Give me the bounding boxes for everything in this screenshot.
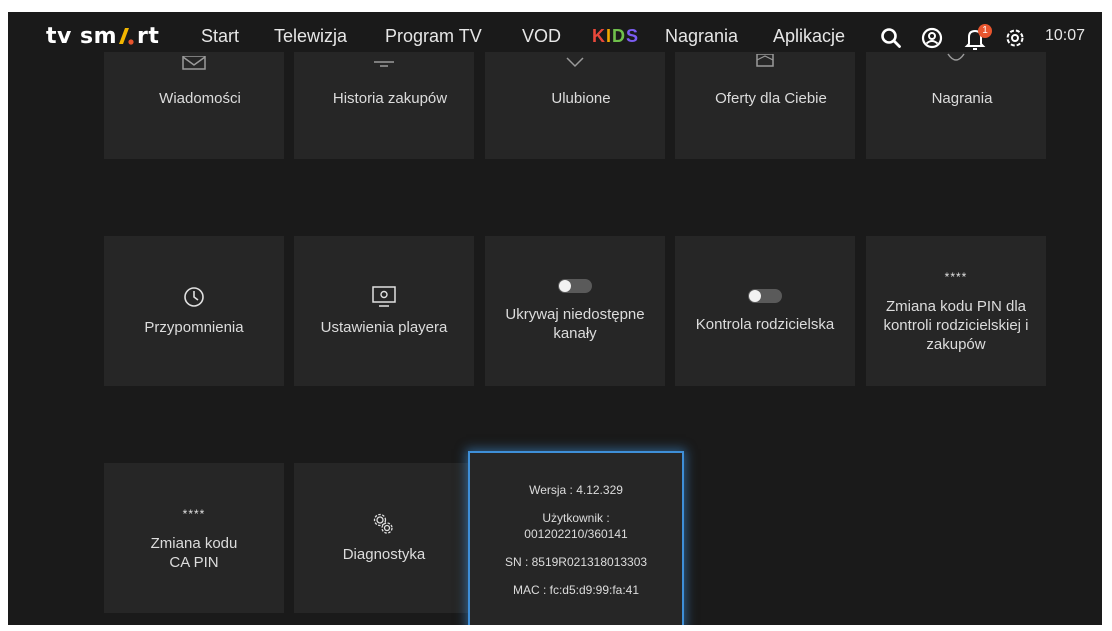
tile-label: Nagrania bbox=[931, 90, 993, 107]
rec-icon bbox=[947, 53, 965, 61]
search-icon[interactable] bbox=[880, 27, 902, 49]
nav-item-vod[interactable]: VOD bbox=[522, 26, 561, 46]
tile-label: Ulubione bbox=[551, 90, 611, 107]
player-settings-icon bbox=[372, 285, 396, 308]
tile-label: Ustawienia playera bbox=[320, 318, 448, 336]
notification-badge: 1 bbox=[978, 24, 992, 38]
nav-item-kids[interactable]: KIDS bbox=[592, 26, 639, 46]
monitor-icon bbox=[374, 61, 394, 67]
tile-label: Diagnostyka bbox=[342, 545, 426, 563]
gear-icon[interactable] bbox=[1004, 27, 1026, 49]
kids-letter: S bbox=[626, 26, 640, 46]
tile-kontrola-rodzicielska[interactable]: Kontrola rodzicielska bbox=[675, 236, 855, 386]
nav-item-aplikacje[interactable]: Aplikacje bbox=[773, 26, 845, 46]
tile-oferty-dla-ciebie[interactable]: Oferty dla Ciebie bbox=[675, 52, 855, 159]
tile-label: Zmiana kodu PIN dla kontroli rodzicielsk… bbox=[883, 298, 1029, 353]
pin-stars-icon: **** bbox=[944, 270, 968, 284]
version-text: Wersja : 4.12.329 bbox=[529, 483, 623, 497]
heart-icon bbox=[566, 57, 584, 68]
tile-zmiana-kodu-pin[interactable]: **** Zmiana kodu PIN dla kontroli rodzic… bbox=[866, 236, 1046, 386]
logo-suffix: rt bbox=[137, 23, 160, 49]
hide-channels-toggle-wrap bbox=[558, 279, 592, 293]
offer-icon bbox=[756, 54, 774, 67]
tile-label: Oferty dla Ciebie bbox=[715, 90, 827, 107]
user-label: Użytkownik : bbox=[542, 511, 610, 525]
kids-label: KIDS bbox=[592, 26, 639, 46]
clock: 10:07 bbox=[1045, 27, 1086, 44]
tile-przypomnienia[interactable]: Przypomnienia bbox=[104, 236, 284, 386]
nav-item-nagrania[interactable]: Nagrania bbox=[665, 26, 738, 46]
logo-prefix: tv sm bbox=[46, 23, 118, 49]
tile-label: Przypomnienia bbox=[144, 318, 244, 336]
hide-channels-toggle[interactable] bbox=[558, 279, 592, 293]
tile-label: Zmiana kodu CA PIN bbox=[150, 534, 238, 571]
tile-label: Ukrywaj niedostępne kanały bbox=[505, 306, 645, 342]
tv-smart-logo: tv sm rt bbox=[46, 22, 159, 50]
tile-label: Kontrola rodzicielska bbox=[695, 315, 835, 333]
kids-letter: K bbox=[592, 26, 606, 46]
tv-screen: tv sm rt Start Telewizja Program TV VOD … bbox=[8, 12, 1102, 625]
tile-zmiana-kodu-ca-pin[interactable]: **** Zmiana kodu CA PIN bbox=[104, 463, 284, 613]
logo-accent-icon bbox=[118, 25, 136, 47]
ca-pin-stars-icon: **** bbox=[182, 506, 206, 521]
parental-control-toggle[interactable] bbox=[748, 288, 782, 303]
tile-label: Historia zakupów bbox=[332, 90, 448, 107]
user-value: 001202210/360141 bbox=[524, 527, 628, 541]
tile-ukrywaj-niedostepne-kanaly[interactable]: Ukrywaj niedostępne kanały bbox=[485, 236, 665, 386]
nav-item-program-tv[interactable]: Program TV bbox=[385, 26, 482, 46]
user-text: Użytkownik : 001202210/360141 bbox=[524, 510, 627, 542]
nav-item-start[interactable]: Start bbox=[201, 26, 239, 46]
tile-nagrania[interactable]: Nagrania bbox=[866, 52, 1046, 159]
profile-icon[interactable] bbox=[921, 27, 943, 49]
envelope-icon bbox=[182, 56, 206, 70]
tile-historia-zakupow[interactable]: Historia zakupów bbox=[294, 52, 474, 159]
tile-diagnostyka[interactable]: Diagnostyka bbox=[294, 463, 474, 613]
clock-icon bbox=[183, 286, 205, 308]
serial-number-text: SN : 8519R021318013303 bbox=[504, 555, 648, 569]
tile-ulubione[interactable]: Ulubione bbox=[485, 52, 665, 159]
tile-ustawienia-playera[interactable]: Ustawienia playera bbox=[294, 236, 474, 386]
parental-control-toggle-wrap bbox=[748, 288, 782, 303]
gears-icon bbox=[372, 513, 396, 535]
nav-item-telewizja[interactable]: Telewizja bbox=[274, 26, 347, 46]
tile-label: Wiadomości bbox=[159, 90, 241, 107]
mac-address-text: MAC : fc:d5:d9:99:fa:41 bbox=[512, 583, 640, 597]
device-info-tile[interactable]: Wersja : 4.12.329 Użytkownik : 001202210… bbox=[468, 451, 684, 625]
tile-wiadomosci[interactable]: Wiadomości bbox=[104, 52, 284, 159]
kids-letter: D bbox=[612, 26, 627, 46]
